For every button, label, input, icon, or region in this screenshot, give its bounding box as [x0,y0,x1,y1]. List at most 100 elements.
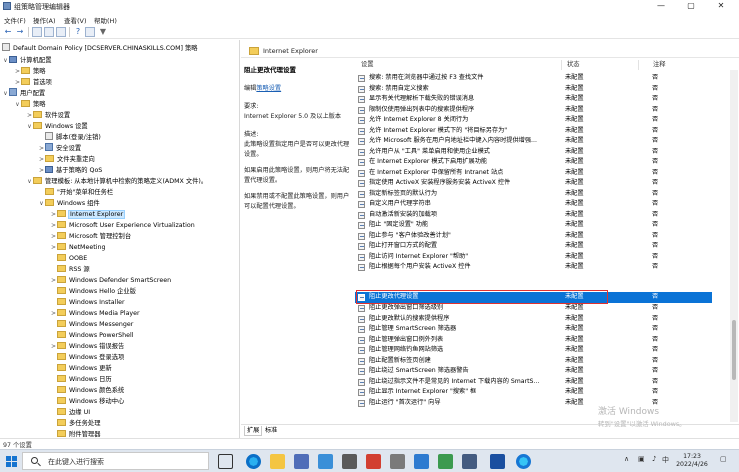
store-icon[interactable] [318,454,333,469]
task-view-icon[interactable] [218,454,233,469]
list-item[interactable]: 阻止配置新标签页创建 未配置否 [355,356,712,367]
chevron-right-icon[interactable]: > [26,110,33,121]
list-item[interactable]: 允许用户从 "工具" 菜单启用和使用企业模式 未配置否 [355,147,712,158]
tree-item-messenger[interactable]: Windows Messenger [50,319,133,330]
list-item[interactable]: 阻止更改默认的搜索提供程序 未配置否 [355,314,712,325]
tray-chevron-up-icon[interactable]: ∧ [624,455,629,463]
server-manager-icon[interactable] [294,454,309,469]
tree-item-computer-config[interactable]: ∨ 计算机配置 [2,55,51,66]
list-item[interactable]: 阻止更改弹出窗口筛选级别 未配置否 [355,303,712,314]
list-item[interactable]: 允许 Internet Explorer 模式下的 "将目标另存为" 未配置否 [355,126,712,137]
list-item[interactable]: 阻止根据每个用户安装 ActiveX 控件 未配置否 [355,262,712,273]
chevron-down-icon[interactable]: ∨ [26,176,33,187]
edge-browser-icon[interactable] [246,454,261,469]
chevron-right-icon[interactable]: > [50,275,57,286]
chevron-right-icon[interactable]: > [38,143,45,154]
tree-item-computer-policies[interactable]: > 策略 [14,66,46,77]
tree-item-folder-redirection[interactable]: > 文件夹重定向 [38,154,95,165]
list-item[interactable]: 允许 Microsoft 服务在用户向地址栏中键入内容时提供增强... 未配置否 [355,136,712,147]
list-item[interactable]: 自定义用户代理字符串 未配置否 [355,199,712,210]
tree-item-mobility-center[interactable]: Windows 移动中心 [50,396,124,407]
list-item-selected[interactable]: 阻止更改代理设置 未配置否 [355,292,712,303]
tree-item-security-settings[interactable]: > 安全设置 [38,143,81,154]
show-hide-tree-icon[interactable] [44,27,54,37]
list-item[interactable]: 在 Internet Explorer 中保留所有 Intranet 站点 未配置… [355,168,712,179]
tree-item-defender-smartscreen[interactable]: > Windows Defender SmartScreen [50,275,171,286]
export-list-icon[interactable] [56,27,66,37]
app-icon[interactable] [390,454,405,469]
list-item[interactable]: 在 Internet Explorer 模式下启用扩展功能 未配置否 [355,157,712,168]
gpo-editor-task-icon[interactable] [462,454,477,469]
volume-icon[interactable]: ♪ [652,455,656,463]
tree-item-error-reporting[interactable]: > Windows 错误报告 [50,341,124,352]
tree-item-powershell[interactable]: Windows PowerShell [50,330,134,341]
tree-item-windows-hello[interactable]: Windows Hello 企业版 [50,286,136,297]
list-item[interactable]: 显示有关代理解析下载失败的错误消息 未配置否 [355,94,712,105]
chevron-down-icon[interactable]: ∨ [26,121,33,132]
tree-item-software-settings[interactable]: > 软件设置 [26,110,70,121]
tree-item-color-system[interactable]: Windows 颜色系统 [50,385,124,396]
forward-arrow-icon[interactable]: → [15,27,25,37]
up-folder-icon[interactable] [32,27,42,37]
tab-extended[interactable]: 扩展 [244,426,263,436]
chevron-down-icon[interactable]: ∨ [2,88,9,99]
notification-icon[interactable]: ▢ [720,455,727,463]
terminal-icon[interactable] [490,454,505,469]
menu-view[interactable]: 查看(V) [64,15,87,25]
list-item[interactable]: 允许 Internet Explorer 8 关闭行为 未配置否 [355,115,712,126]
properties-icon[interactable] [85,27,95,37]
tree-item-oobe[interactable]: OOBE [50,253,87,264]
tree-item-uev[interactable]: > Microsoft User Experience Virtualizatio… [50,220,195,231]
list-item[interactable]: 阻止参与 "客户体验改善计划" 未配置否 [355,231,712,242]
tree-item-windows-settings[interactable]: ∨ Windows 设置 [26,121,88,132]
tree-item-multitasking[interactable]: 多任务处理 [50,418,100,429]
scrollbar-thumb[interactable] [732,320,736,380]
chevron-right-icon[interactable]: > [50,209,57,220]
tree-item-edge-ui[interactable]: 边缘 UI [50,407,90,418]
help-icon[interactable]: ? [73,27,83,37]
menu-help[interactable]: 帮助(H) [94,15,117,25]
tree-item-windows-calendar[interactable]: Windows 日历 [50,374,112,385]
list-item[interactable]: 阻止管理网络钓鱼网站筛选 未配置否 [355,345,712,356]
input-language-indicator[interactable]: 中 [662,455,669,465]
tree-item-windows-installer[interactable]: Windows Installer [50,297,125,308]
maximize-button[interactable]: ▢ [676,0,706,12]
tree-item-internet-explorer[interactable]: > Internet Explorer [50,209,126,220]
list-item[interactable]: 阻止打开窗口方式的配置 未配置否 [355,241,712,252]
tree-item-attachment-manager[interactable]: 附件管理器 [50,429,100,438]
back-arrow-icon[interactable]: ← [3,27,13,37]
tree-item-windows-update[interactable]: Windows 更新 [50,363,112,374]
menu-file[interactable]: 文件(F) [4,15,26,25]
list-item[interactable]: 阻止绕过指示文件不是常见的 Internet 下载内容的 SmartS... 未配… [355,377,712,388]
chevron-right-icon[interactable]: > [14,66,21,77]
minimize-button[interactable]: — [646,0,676,12]
chevron-right-icon[interactable]: > [50,341,57,352]
list-item[interactable]: 限制仅使用弹出列表中的搜索提供程序 未配置否 [355,105,712,116]
tree-item-windows-components[interactable]: ∨ Windows 组件 [38,198,100,209]
list-item[interactable]: 阻止访问 Internet Explorer "帮助" 未配置否 [355,252,712,263]
chevron-right-icon[interactable]: > [14,77,21,88]
app-icon[interactable] [438,454,453,469]
menu-action[interactable]: 操作(A) [33,15,56,25]
file-explorer-icon[interactable] [270,454,285,469]
settings-app-icon[interactable] [342,454,357,469]
tree-item-admin-templates[interactable]: ∨ 管理模板: 从本地计算机中检索的策略定义(ADMX 文件)。 [26,176,207,187]
tree-item-user-config[interactable]: ∨ 用户配置 [2,88,45,99]
edit-policy-link[interactable]: 策略设置 [256,85,281,92]
app-icon[interactable] [414,454,429,469]
windows-start-icon[interactable] [6,456,17,467]
tree-item-logon-options[interactable]: Windows 登录选项 [50,352,124,363]
column-header-setting[interactable]: 设置 [361,60,374,70]
chevron-right-icon[interactable]: > [50,242,57,253]
taskbar-clock[interactable]: 17:23 2022/4/26 [670,453,714,469]
tree-item-rss[interactable]: RSS 源 [50,264,90,275]
tree-item-netmeeting[interactable]: > NetMeeting [50,242,105,253]
list-item[interactable]: 阻止绕过 SmartScreen 筛选器警告 未配置否 [355,366,712,377]
tree-item-media-player[interactable]: > Windows Media Player [50,308,140,319]
edge-icon[interactable] [516,454,531,469]
chevron-right-icon[interactable]: > [50,308,57,319]
chevron-right-icon[interactable]: > [38,165,45,176]
column-header-state[interactable]: 状态 [567,60,580,70]
tree-item-mmc[interactable]: > Microsoft 管理控制台 [50,231,131,242]
chevron-right-icon[interactable]: > [50,220,57,231]
